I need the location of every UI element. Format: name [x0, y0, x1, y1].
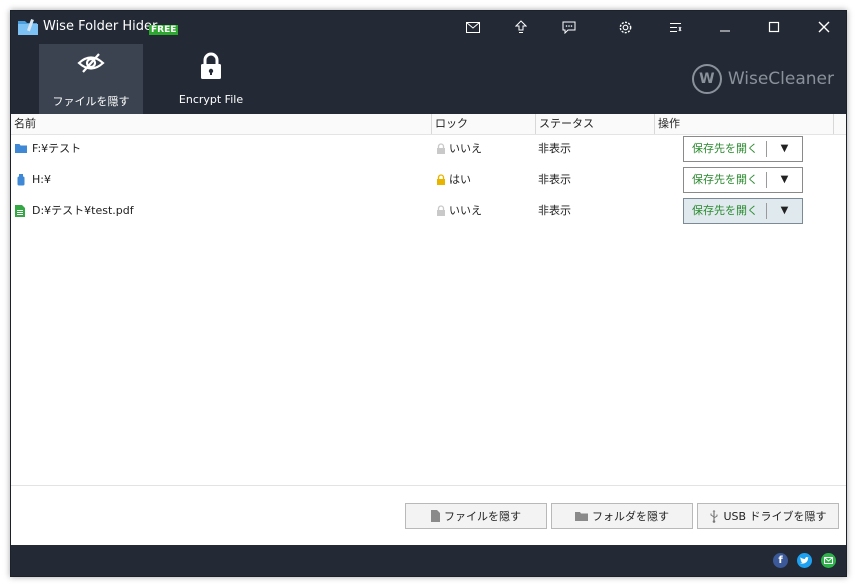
row-lock: いいえ [449, 142, 482, 155]
footer: f [11, 545, 846, 576]
folder-icon [15, 143, 27, 155]
hide-file-button[interactable]: ファイルを隠す [405, 503, 547, 529]
facebook-icon[interactable]: f [773, 553, 788, 568]
row-lock: いいえ [449, 204, 482, 217]
row-name: D:¥テスト¥test.pdf [32, 204, 134, 217]
row-lock: はい [449, 173, 471, 186]
row-name: F:¥テスト [32, 142, 82, 155]
tab-encrypt-file[interactable]: Encrypt File [159, 44, 263, 114]
minimize-icon[interactable] [711, 15, 739, 39]
open-location-split-button: 保存先を開く ▼ [683, 136, 803, 162]
column-header-action[interactable]: 操作 [655, 114, 834, 134]
lock-open-icon [436, 205, 446, 217]
upgrade-icon[interactable] [507, 15, 535, 39]
wisecleaner-logo: W [691, 64, 722, 94]
action-bar: ファイルを隠す フォルダを隠す USB ドライブを隠す [11, 485, 846, 546]
hide-usb-label: USB ドライブを隠す [723, 510, 827, 523]
app-title: Wise Folder Hider [43, 19, 158, 34]
open-location-split-button: 保存先を開く ▼ [683, 198, 803, 224]
row-status: 非表示 [538, 142, 571, 155]
usb-drive-icon [15, 174, 27, 186]
hide-folder-button[interactable]: フォルダを隠す [551, 503, 693, 529]
hide-folder-label: フォルダを隠す [592, 510, 669, 523]
usb-icon [709, 509, 719, 523]
app-logo-icon [17, 17, 39, 37]
dropdown-arrow-icon[interactable]: ▼ [767, 199, 802, 223]
settings-icon[interactable] [611, 15, 639, 39]
twitter-icon[interactable] [797, 553, 812, 568]
brand: W WiseCleaner [691, 64, 834, 94]
table-row[interactable]: F:¥テスト いいえ 非表示 保存先を開く ▼ [11, 135, 846, 166]
menu-icon[interactable] [661, 15, 689, 39]
open-location-split-button: 保存先を開く ▼ [683, 167, 803, 193]
column-header-lock[interactable]: ロック [432, 114, 536, 134]
column-header-status[interactable]: ステータス [536, 114, 655, 134]
column-header-name[interactable]: 名前 [11, 114, 432, 134]
brand-name: WiseCleaner [727, 69, 834, 89]
row-status: 非表示 [538, 173, 571, 186]
table-header: 名前 ロック ステータス 操作 [11, 114, 846, 135]
open-location-button[interactable]: 保存先を開く [684, 141, 767, 157]
tab-hide-file[interactable]: ファイルを隠す [39, 44, 143, 114]
open-location-button[interactable]: 保存先を開く [684, 203, 767, 219]
table-row[interactable]: H:¥ はい 非表示 保存先を開く ▼ [11, 166, 846, 197]
dropdown-arrow-icon[interactable]: ▼ [767, 168, 802, 192]
file-icon [431, 510, 440, 522]
table-row[interactable]: D:¥テスト¥test.pdf いいえ 非表示 保存先を開く ▼ [11, 197, 846, 228]
titlebar: Wise Folder Hider FREE [11, 11, 846, 43]
lock-icon [159, 52, 263, 79]
close-icon[interactable] [810, 15, 838, 39]
row-status: 非表示 [538, 204, 571, 217]
feedback-icon[interactable] [555, 15, 583, 39]
dropdown-arrow-icon[interactable]: ▼ [767, 137, 802, 161]
row-name: H:¥ [32, 173, 51, 186]
tab-hide-file-label: ファイルを隠す [52, 95, 130, 108]
hide-file-label: ファイルを隠す [444, 510, 521, 523]
mail-icon[interactable] [459, 15, 487, 39]
open-location-button[interactable]: 保存先を開く [684, 172, 767, 188]
free-badge: FREE [149, 25, 179, 35]
eye-slash-icon [39, 52, 143, 78]
folder-icon [575, 511, 588, 522]
file-icon [15, 205, 27, 217]
lock-open-icon [436, 143, 446, 155]
email-icon[interactable] [821, 553, 836, 568]
lock-icon [436, 174, 446, 186]
maximize-icon[interactable] [760, 15, 788, 39]
app-window: Wise Folder Hider FREE ファイルを隠す Encrypt F… [10, 10, 847, 577]
hide-usb-button[interactable]: USB ドライブを隠す [697, 503, 839, 529]
tab-encrypt-file-label: Encrypt File [178, 93, 244, 106]
header: Wise Folder Hider FREE ファイルを隠す Encrypt F… [11, 11, 846, 114]
